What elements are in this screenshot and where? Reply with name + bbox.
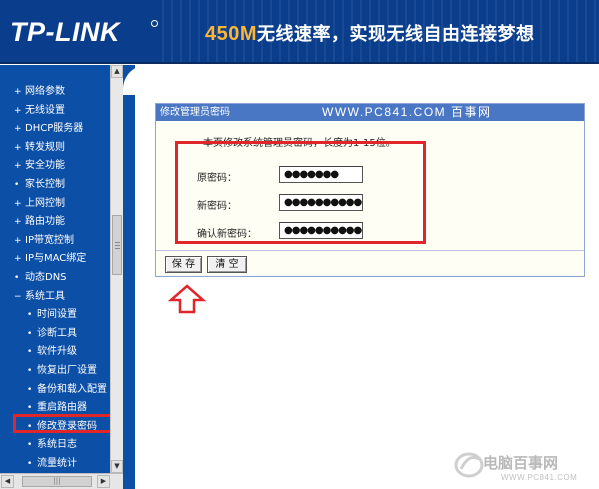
bullet-icon: + — [14, 199, 22, 209]
sidebar-item[interactable]: + IP与MAC绑定 — [0, 250, 110, 268]
slogan-text: 无线速率，实现无线自由连接梦想 — [257, 24, 535, 44]
scroll-thumb[interactable] — [112, 215, 122, 275]
sidebar-item[interactable]: • 动态DNS — [0, 269, 110, 287]
bullet-icon: • — [27, 347, 33, 357]
sidebar-item[interactable]: + 转发规则 — [0, 139, 110, 157]
logo-area: TP-LINK — [0, 0, 160, 64]
bullet-icon: • — [27, 440, 33, 450]
sidebar-item[interactable]: + IP带宽控制 — [0, 232, 110, 250]
sidebar-item[interactable]: + 上网控制 — [0, 195, 110, 213]
bullet-icon: − — [14, 292, 22, 302]
bullet-icon: • — [27, 366, 33, 376]
sidebar-item-label: 恢复出厂设置 — [37, 365, 97, 376]
grip-line — [115, 242, 120, 243]
bullet-icon: • — [27, 385, 33, 395]
sidebar-item-label: 备份和载入配置 — [37, 384, 107, 395]
sidebar-item[interactable]: • 备份和载入配置 — [0, 381, 110, 399]
sidebar-vertical-scrollbar[interactable]: ▲ ▼ — [110, 65, 123, 489]
password-fields-highlight — [175, 141, 426, 244]
sidebar-item[interactable]: + 无线设置 — [0, 102, 110, 120]
sidebar-item[interactable]: • 家长控制 — [0, 176, 110, 194]
sidebar-item-label: 系统工具 — [25, 291, 65, 302]
save-button[interactable]: 保 存 — [165, 256, 202, 273]
scroll-down-arrow-icon[interactable]: ▼ — [111, 460, 123, 473]
bullet-icon: + — [14, 254, 22, 264]
up-arrow-icon — [167, 284, 207, 314]
sidebar-item[interactable]: • 诊断工具 — [0, 325, 110, 343]
bullet-icon: • — [14, 273, 20, 283]
bullet-icon: + — [14, 106, 22, 116]
sidebar-item-label: 无线设置 — [25, 105, 65, 116]
sidebar-item-label: IP带宽控制 — [25, 235, 74, 246]
slogan-speed: 450M — [205, 23, 258, 45]
grip-line — [115, 248, 120, 249]
sidebar-item-label: 系统日志 — [37, 439, 77, 450]
bullet-icon: • — [27, 329, 33, 339]
sidebar-item-label: 安全功能 — [25, 160, 65, 171]
sidebar-item[interactable]: + 路由功能 — [0, 213, 110, 231]
sidebar-item-label: 上网控制 — [25, 198, 65, 209]
footer-brand-text: 电脑百事网 — [483, 454, 559, 472]
bullet-icon: + — [14, 236, 22, 246]
sidebar-item[interactable]: • 时间设置 — [0, 306, 110, 324]
bullet-icon: + — [14, 124, 22, 134]
panel-divider — [156, 250, 584, 251]
clear-button[interactable]: 清 空 — [207, 256, 247, 273]
bullet-icon: + — [14, 87, 22, 97]
bullet-icon: • — [27, 459, 33, 469]
sidebar-item[interactable]: − 系统工具 — [0, 288, 110, 306]
grip-line — [115, 245, 120, 246]
bullet-icon: • — [14, 180, 20, 190]
bullet-icon: + — [14, 143, 22, 153]
horizontal-scroll-thumb[interactable]: ||| — [22, 476, 92, 487]
sidebar-item[interactable]: + 安全功能 — [0, 157, 110, 175]
sidebar-item-label: 转发规则 — [25, 142, 65, 153]
registered-mark-icon — [151, 20, 158, 27]
active-item-highlight — [13, 414, 121, 433]
sidebar-item[interactable]: • 系统日志 — [0, 436, 110, 454]
sidebar-item[interactable]: • 软件升级 — [0, 343, 110, 361]
main-corner-curve — [123, 65, 153, 95]
sidebar-item-label: 路由功能 — [25, 216, 65, 227]
sidebar-item-label: 动态DNS — [25, 272, 67, 283]
sidebar-item-label: 家长控制 — [25, 179, 65, 190]
sidebar-item-label: 软件升级 — [37, 346, 77, 357]
bullet-icon: + — [14, 161, 22, 171]
header-banner: TP-LINK 450M无线速率，实现无线自由连接梦想 — [0, 0, 599, 64]
tp-link-logo: TP-LINK — [10, 17, 120, 47]
header-slogan: 450M无线速率，实现无线自由连接梦想 — [205, 20, 535, 46]
scroll-right-arrow-icon[interactable]: ▶ — [97, 475, 110, 488]
sidebar-item[interactable]: + DHCP服务器 — [0, 120, 110, 138]
sidebar-item-label: 流量统计 — [37, 458, 77, 469]
sidebar-item-label: IP与MAC绑定 — [25, 253, 87, 264]
header-divider — [0, 62, 599, 64]
sidebar-item-label: 时间设置 — [37, 309, 77, 320]
site-watermark: WWW.PC841.COM 百事网 — [322, 105, 492, 119]
footer-url-text: WWW.PC841.COM — [501, 473, 578, 482]
sidebar-item-label: 网络参数 — [25, 86, 65, 97]
sidebar-horizontal-scrollbar[interactable]: ◀ ||| ▶ — [0, 473, 123, 489]
scroll-up-arrow-icon[interactable]: ▲ — [111, 65, 123, 78]
main-corner-band — [123, 65, 153, 489]
sidebar-item-label: DHCP服务器 — [25, 123, 84, 134]
bullet-icon: • — [27, 310, 33, 320]
sidebar-item[interactable]: • 流量统计 — [0, 455, 110, 473]
sidebar-item-label: 诊断工具 — [37, 328, 77, 339]
sidebar-item[interactable]: + 网络参数 — [0, 83, 110, 101]
sidebar-item[interactable]: • 恢复出厂设置 — [0, 362, 110, 380]
scroll-left-arrow-icon[interactable]: ◀ — [1, 475, 14, 488]
bullet-icon: + — [14, 217, 22, 227]
